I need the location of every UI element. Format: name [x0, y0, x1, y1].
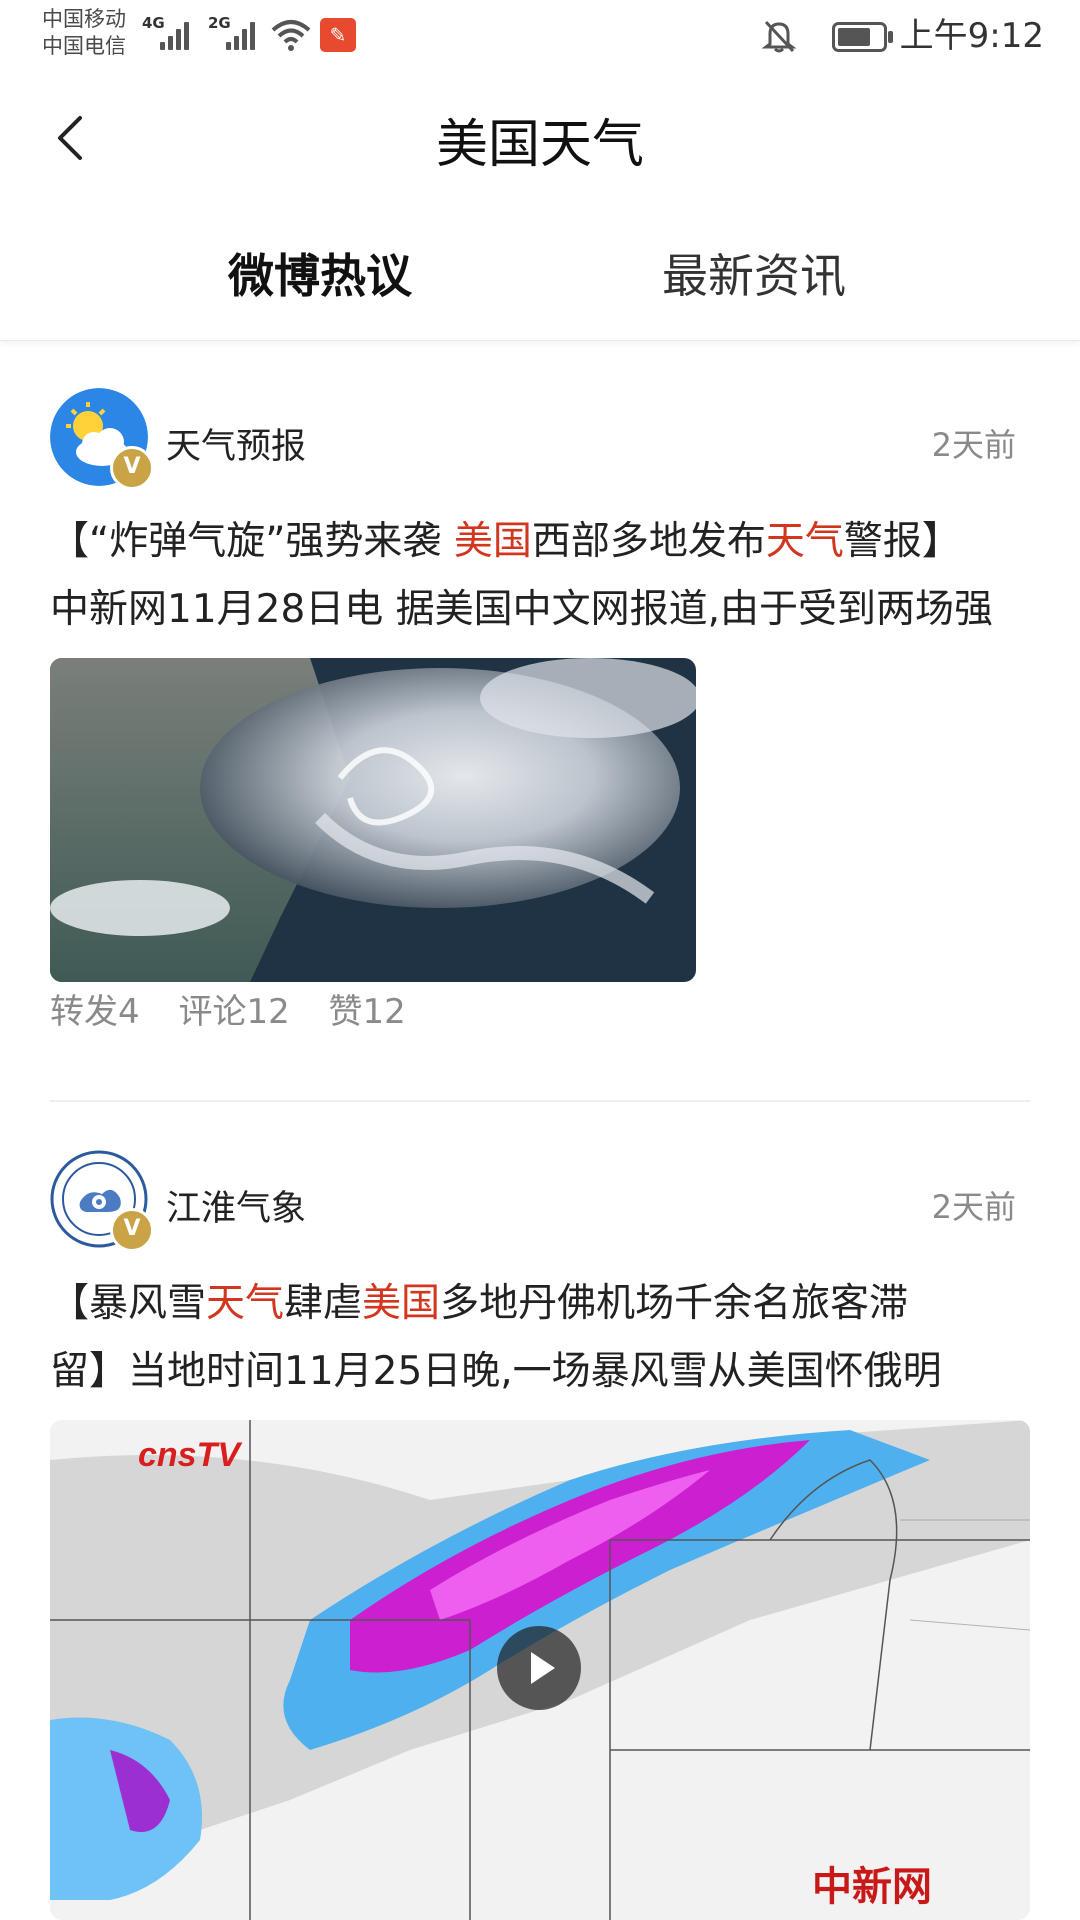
weibo-notification-icon: ✎: [320, 18, 356, 52]
carrier-info: 中国移动 中国电信: [42, 6, 126, 60]
post-time: 2天前: [931, 1188, 1016, 1226]
feed-post[interactable]: V 天气预报 2天前 【“炸弹气旋”强势来袭 美国西部多地发布天气警报】 中新网…: [50, 388, 1030, 1068]
post-text-line-2: 中新网11月28日电 据美国中文网报道,由于受到两场强: [50, 587, 994, 632]
post-actions: 转发4 评论12 赞12: [50, 984, 434, 1033]
keyword-highlight: 美国: [453, 519, 532, 564]
carrier-1: 中国移动: [42, 7, 126, 31]
tab-weibo-discussion[interactable]: 微博热议: [228, 240, 412, 306]
tab-latest-news[interactable]: 最新资讯: [662, 240, 846, 306]
carrier-2: 中国电信: [42, 34, 126, 58]
post-divider: [50, 1100, 1030, 1102]
post-author[interactable]: 天气预报: [166, 418, 306, 469]
tab-bar: 微博热议 最新资讯: [0, 210, 1080, 341]
keyword-highlight: 天气: [765, 519, 844, 564]
post-image[interactable]: [50, 658, 696, 982]
verified-badge-icon: V: [110, 1208, 154, 1252]
page-title: 美国天气: [435, 115, 644, 175]
repost-button[interactable]: 转发4: [50, 992, 140, 1032]
play-icon: [531, 1652, 555, 1684]
cnstv-watermark: cnsTV: [138, 1436, 243, 1474]
top-app-bar: 美国天气: [0, 72, 1080, 202]
clock: 上午9:12: [899, 16, 1044, 56]
mute-bell-icon: [762, 20, 796, 53]
like-button[interactable]: 赞12: [329, 992, 406, 1032]
feed-post[interactable]: V 江淮气象 2天前 【暴风雪天气肆虐美国多地丹佛机场千余名旅客滞 留】当地时间…: [50, 1150, 1030, 1920]
post-text-line-1: 【“炸弹气旋”强势来袭 美国西部多地发布天气警报】: [50, 519, 961, 564]
status-bar: 中国移动 中国电信 4G 2G ✎ 上午9:12: [42, 6, 1044, 60]
play-button[interactable]: [497, 1626, 581, 1710]
comment-button[interactable]: 评论12: [178, 992, 289, 1032]
verified-badge-icon: V: [110, 446, 154, 490]
keyword-highlight: 美国: [362, 1281, 441, 1326]
post-video[interactable]: cnsTV 中新网: [50, 1420, 1030, 1920]
post-time: 2天前: [931, 426, 1016, 464]
keyword-highlight: 天气: [206, 1281, 285, 1326]
post-text-line-1: 【暴风雪天气肆虐美国多地丹佛机场千余名旅客滞: [50, 1281, 909, 1326]
battery-icon: [832, 22, 893, 52]
wifi-icon: [271, 20, 311, 51]
satellite-storm-image: [50, 658, 696, 982]
post-text-line-2: 留】当地时间11月25日晚,一场暴风雪从美国怀俄明: [50, 1349, 942, 1394]
chinanews-watermark: 中新网: [812, 1863, 932, 1910]
post-text[interactable]: 【暴风雪天气肆虐美国多地丹佛机场千余名旅客滞 留】当地时间11月25日晚,一场暴…: [50, 1270, 1030, 1406]
post-author[interactable]: 江淮气象: [166, 1180, 306, 1231]
post-text[interactable]: 【“炸弹气旋”强势来袭 美国西部多地发布天气警报】 中新网11月28日电 据美国…: [50, 508, 1030, 644]
